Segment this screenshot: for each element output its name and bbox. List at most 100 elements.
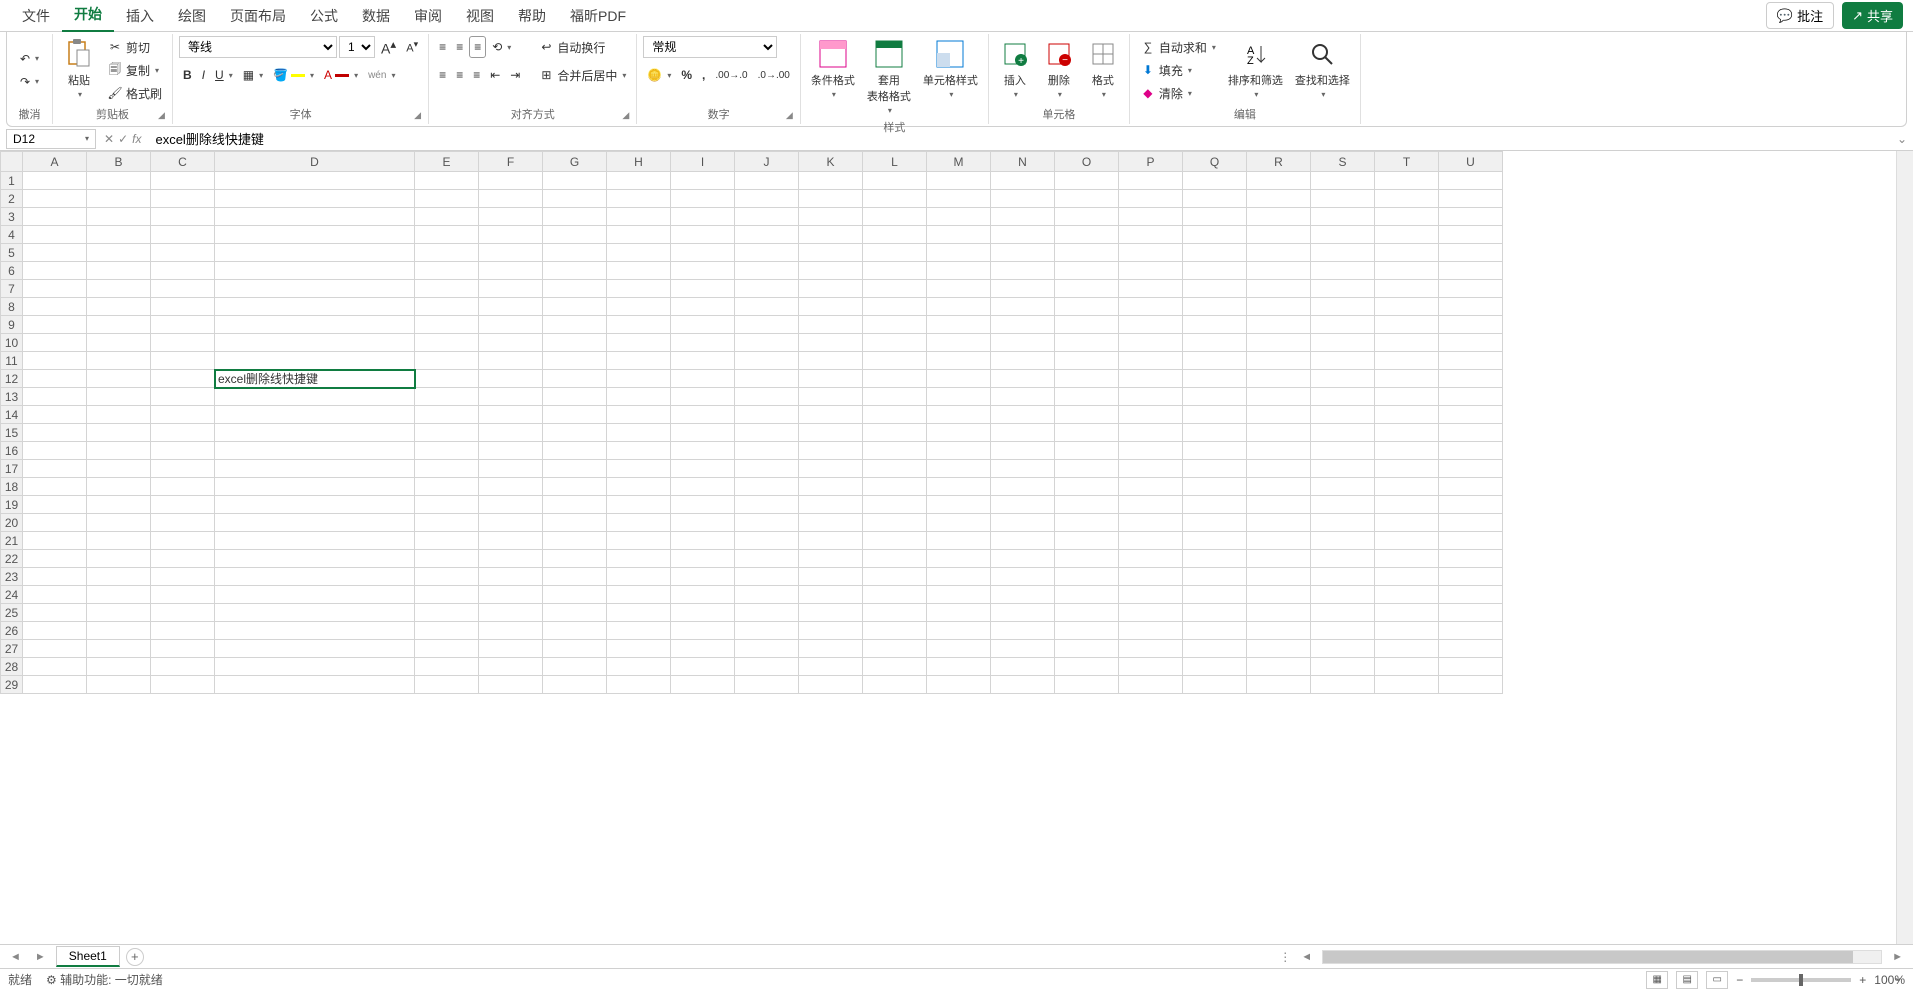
clipboard-launcher[interactable]: ◢ <box>158 110 170 122</box>
cell-B11[interactable] <box>87 352 151 370</box>
cell-E3[interactable] <box>415 208 479 226</box>
cell-P11[interactable] <box>1119 352 1183 370</box>
cell-N21[interactable] <box>991 532 1055 550</box>
decrease-decimal-button[interactable]: .0→.00 <box>754 64 794 86</box>
cell-R9[interactable] <box>1247 316 1311 334</box>
cell-P10[interactable] <box>1119 334 1183 352</box>
cell-A2[interactable] <box>23 190 87 208</box>
cell-M23[interactable] <box>927 568 991 586</box>
font-name-select[interactable]: 等线 <box>179 36 337 58</box>
cell-L15[interactable] <box>863 424 927 442</box>
view-page-break-button[interactable]: ▭ <box>1706 971 1728 989</box>
italic-button[interactable]: I <box>198 64 209 86</box>
cell-T21[interactable] <box>1375 532 1439 550</box>
cell-T4[interactable] <box>1375 226 1439 244</box>
cell-J7[interactable] <box>735 280 799 298</box>
cell-H22[interactable] <box>607 550 671 568</box>
cell-O9[interactable] <box>1055 316 1119 334</box>
cell-D21[interactable] <box>215 532 415 550</box>
row-header-19[interactable]: 19 <box>1 496 23 514</box>
cell-B25[interactable] <box>87 604 151 622</box>
col-header-C[interactable]: C <box>151 152 215 172</box>
cell-T22[interactable] <box>1375 550 1439 568</box>
cell-K9[interactable] <box>799 316 863 334</box>
cell-A23[interactable] <box>23 568 87 586</box>
cell-P19[interactable] <box>1119 496 1183 514</box>
cell-U19[interactable] <box>1439 496 1503 514</box>
cell-F11[interactable] <box>479 352 543 370</box>
cell-K18[interactable] <box>799 478 863 496</box>
cell-S22[interactable] <box>1311 550 1375 568</box>
tab-layout[interactable]: 页面布局 <box>218 0 298 32</box>
cell-T20[interactable] <box>1375 514 1439 532</box>
cell-P1[interactable] <box>1119 172 1183 190</box>
cell-P29[interactable] <box>1119 676 1183 694</box>
cell-J5[interactable] <box>735 244 799 262</box>
cell-R24[interactable] <box>1247 586 1311 604</box>
cell-K28[interactable] <box>799 658 863 676</box>
cell-J10[interactable] <box>735 334 799 352</box>
cell-N7[interactable] <box>991 280 1055 298</box>
format-painter-button[interactable]: 🖌格式刷 <box>103 82 166 104</box>
cell-B7[interactable] <box>87 280 151 298</box>
cell-I10[interactable] <box>671 334 735 352</box>
cell-K14[interactable] <box>799 406 863 424</box>
cell-E24[interactable] <box>415 586 479 604</box>
cell-R1[interactable] <box>1247 172 1311 190</box>
cell-N23[interactable] <box>991 568 1055 586</box>
border-button[interactable]: ▦▾ <box>239 64 267 86</box>
cell-I25[interactable] <box>671 604 735 622</box>
cell-P9[interactable] <box>1119 316 1183 334</box>
view-page-layout-button[interactable]: ▤ <box>1676 971 1698 989</box>
cell-P24[interactable] <box>1119 586 1183 604</box>
cell-F6[interactable] <box>479 262 543 280</box>
cell-H21[interactable] <box>607 532 671 550</box>
cell-D19[interactable] <box>215 496 415 514</box>
col-header-K[interactable]: K <box>799 152 863 172</box>
alignment-launcher[interactable]: ◢ <box>622 110 634 122</box>
paste-button[interactable]: 粘贴▾ <box>59 36 99 101</box>
cell-H28[interactable] <box>607 658 671 676</box>
cell-M11[interactable] <box>927 352 991 370</box>
cell-M15[interactable] <box>927 424 991 442</box>
cell-L14[interactable] <box>863 406 927 424</box>
sheet-nav-prev[interactable]: ◄ <box>6 951 25 963</box>
cell-F24[interactable] <box>479 586 543 604</box>
cell-N25[interactable] <box>991 604 1055 622</box>
row-header-12[interactable]: 12 <box>1 370 23 388</box>
cell-H16[interactable] <box>607 442 671 460</box>
cell-S1[interactable] <box>1311 172 1375 190</box>
cell-R4[interactable] <box>1247 226 1311 244</box>
cell-D8[interactable] <box>215 298 415 316</box>
cell-L16[interactable] <box>863 442 927 460</box>
font-color-button[interactable]: A▾ <box>320 64 362 86</box>
cell-S19[interactable] <box>1311 496 1375 514</box>
cell-U12[interactable] <box>1439 370 1503 388</box>
cell-B21[interactable] <box>87 532 151 550</box>
cell-F28[interactable] <box>479 658 543 676</box>
row-header-23[interactable]: 23 <box>1 568 23 586</box>
align-middle-button[interactable]: ≡ <box>452 36 467 58</box>
cell-S7[interactable] <box>1311 280 1375 298</box>
cell-Q16[interactable] <box>1183 442 1247 460</box>
cell-J23[interactable] <box>735 568 799 586</box>
clear-button[interactable]: ◆清除▾ <box>1136 82 1220 104</box>
cell-A29[interactable] <box>23 676 87 694</box>
cell-F18[interactable] <box>479 478 543 496</box>
cell-P21[interactable] <box>1119 532 1183 550</box>
cell-L20[interactable] <box>863 514 927 532</box>
cell-C15[interactable] <box>151 424 215 442</box>
cell-R3[interactable] <box>1247 208 1311 226</box>
increase-decimal-button[interactable]: .00→.0 <box>711 64 751 86</box>
cell-M5[interactable] <box>927 244 991 262</box>
cell-F4[interactable] <box>479 226 543 244</box>
cell-T29[interactable] <box>1375 676 1439 694</box>
cell-Q23[interactable] <box>1183 568 1247 586</box>
cell-H5[interactable] <box>607 244 671 262</box>
cell-I12[interactable] <box>671 370 735 388</box>
cell-P14[interactable] <box>1119 406 1183 424</box>
cell-T17[interactable] <box>1375 460 1439 478</box>
cell-J1[interactable] <box>735 172 799 190</box>
cell-S29[interactable] <box>1311 676 1375 694</box>
cell-I21[interactable] <box>671 532 735 550</box>
